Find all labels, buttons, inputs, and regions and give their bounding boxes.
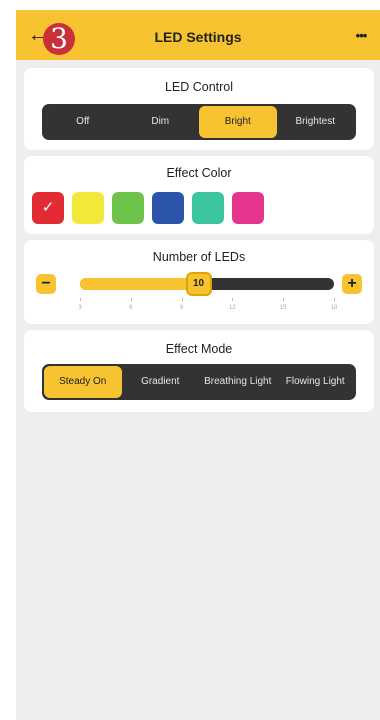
led-control-card: LED Control Off Dim Bright Brightest: [24, 68, 374, 150]
num-leds-card: Number of LEDs − 10 + 3 6 9 12 15 18: [24, 240, 374, 324]
color-swatch-green[interactable]: [112, 192, 144, 224]
slider-tick-label: 9: [179, 305, 184, 311]
mode-option-steady-on[interactable]: Steady On: [44, 366, 122, 398]
led-control-title: LED Control: [164, 80, 234, 94]
color-swatch-red[interactable]: ✓: [32, 192, 64, 224]
mode-option-gradient[interactable]: Gradient: [122, 366, 200, 398]
slider-tick: [334, 298, 335, 301]
effect-mode-card: Effect Mode Steady On Gradient Breathing…: [24, 330, 374, 412]
led-option-brightest[interactable]: Brightest: [277, 106, 355, 138]
check-icon: ✓: [41, 199, 55, 216]
increase-button[interactable]: +: [342, 274, 362, 294]
slider-tick-label: 15: [279, 305, 287, 311]
effect-mode-title: Effect Mode: [165, 342, 233, 356]
app-header: ← 3 LED Settings •••: [16, 10, 380, 60]
effect-color-title: Effect Color: [166, 166, 232, 180]
mode-option-flowing-light[interactable]: Flowing Light: [277, 366, 355, 398]
slider-tick-label: 6: [129, 305, 133, 311]
effect-color-card: Effect Color ✓: [24, 156, 374, 234]
slider-tick-label: 12: [229, 305, 236, 311]
led-option-dim[interactable]: Dim: [122, 106, 200, 138]
num-leds-title: Number of LEDs: [152, 250, 246, 264]
color-swatch-blue[interactable]: [152, 192, 184, 224]
slider-tick-label: 18: [330, 305, 338, 311]
slider-tick: [130, 298, 132, 301]
page-title: LED Settings: [154, 29, 242, 45]
led-control-segmented: Off Dim Bright Brightest: [42, 104, 356, 140]
slider-tick: [283, 298, 285, 301]
led-option-bright[interactable]: Bright: [199, 106, 277, 138]
color-swatch-teal[interactable]: [192, 192, 224, 224]
led-count-slider-fill: [80, 278, 199, 290]
slider-tick: [80, 298, 81, 301]
decrease-button[interactable]: −: [36, 274, 56, 294]
mode-option-breathing-light[interactable]: Breathing Light: [199, 366, 277, 398]
slider-tick: [181, 298, 183, 301]
color-swatch-pink[interactable]: [232, 192, 264, 224]
phone-screen: ← 3 LED Settings ••• LED Control Off Dim…: [16, 10, 380, 720]
more-options-icon[interactable]: •••: [348, 24, 374, 48]
led-count-slider-thumb[interactable]: 10: [185, 272, 212, 296]
led-option-off[interactable]: Off: [44, 106, 122, 138]
slider-tick-label: 3: [78, 305, 82, 311]
slider-tick: [232, 298, 234, 301]
effect-mode-segmented: Steady On Gradient Breathing Light Flowi…: [42, 364, 356, 400]
color-swatch-yellow[interactable]: [72, 192, 104, 224]
